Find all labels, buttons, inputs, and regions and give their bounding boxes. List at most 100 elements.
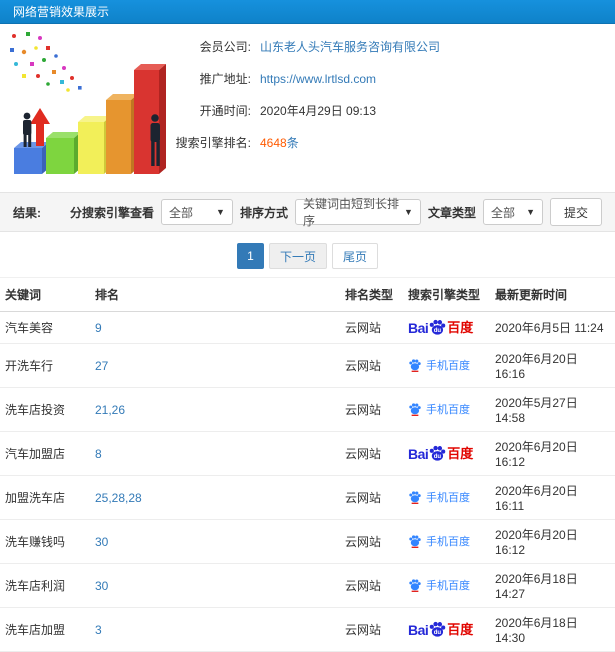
- sort-select[interactable]: 关键词由短到长排序 ▼: [294, 197, 421, 228]
- baidu-paw-icon: [409, 402, 421, 416]
- engine-cell: Bai du 百度: [403, 431, 490, 476]
- keyword-cell: 洗车店投资: [0, 387, 90, 432]
- updated-cell: 2020年6月18日 14:27: [490, 563, 615, 608]
- col-rank-type: 排名类型: [340, 277, 403, 312]
- col-engine-type: 搜索引擎类型: [403, 277, 490, 312]
- baidu-paw-icon: [409, 358, 421, 372]
- baidu-paw-icon: [409, 578, 421, 592]
- baidu-logo: Bai du 百度: [408, 319, 474, 336]
- article-type-select[interactable]: 全部 ▼: [482, 199, 543, 225]
- rank-cell[interactable]: 21,26: [90, 387, 340, 432]
- col-updated: 最新更新时间: [490, 277, 615, 312]
- mobile-baidu-logo: 手机百度: [408, 533, 470, 549]
- open-time-value: 2020年4月29日 09:13: [260, 104, 377, 118]
- engine-cell: 手机百度: [403, 475, 490, 520]
- keyword-cell: 开洗车行: [0, 343, 90, 388]
- result-label: 结果:: [13, 205, 41, 220]
- svg-text:du: du: [434, 629, 442, 636]
- engine-cell: 手机百度: [403, 387, 490, 432]
- updated-cell: 2020年6月20日 16:12: [490, 519, 615, 564]
- svg-text:du: du: [434, 453, 442, 460]
- table-row: 汽车加盟店 8 云网站 Bai du 百度 2020年6月20日 16:12: [0, 431, 615, 476]
- baidu-paw-icon: du: [430, 445, 446, 461]
- member-company-label: 会员公司:: [199, 40, 251, 54]
- next-page-button[interactable]: 下一页: [268, 243, 327, 269]
- engine-rank-label: 搜索引擎排名:: [175, 136, 251, 150]
- person-left: [23, 112, 32, 147]
- results-table: 关键词 排名 排名类型 搜索引擎类型 最新更新时间 汽车美容 9 云网站 Bai du…: [0, 277, 615, 652]
- bar-chart-graphic: [10, 32, 166, 174]
- table-row: 洗车赚钱吗 30 云网站 手机百度 2020年6月20日 16:12: [0, 519, 615, 564]
- rank-cell[interactable]: 9: [90, 311, 340, 344]
- rank-cell[interactable]: 8: [90, 431, 340, 476]
- submit-button[interactable]: 提交: [549, 198, 602, 226]
- table-row: 开洗车行 27 云网站 手机百度 2020年6月20日 16:16: [0, 343, 615, 388]
- table-row: 洗车店加盟 3 云网站 Bai du 百度 2020年6月18日 14:30: [0, 607, 615, 652]
- rank-type-cell: 云网站: [340, 343, 403, 388]
- mobile-baidu-logo: 手机百度: [408, 577, 470, 593]
- bar-chart-illustration: [0, 24, 175, 192]
- engine-filter-value: 全部: [168, 205, 193, 220]
- keyword-cell: 汽车美容: [0, 311, 90, 344]
- open-time-row: 开通时间: 2020年4月29日 09:13: [175, 102, 615, 119]
- results-table-body: 汽车美容 9 云网站 Bai du 百度 2020年6月5日 11:24 开洗车行 27 云网…: [0, 311, 615, 652]
- updated-cell: 2020年5月27日 14:58: [490, 387, 615, 432]
- rank-type-cell: 云网站: [340, 387, 403, 432]
- rank-type-cell: 云网站: [340, 431, 403, 476]
- table-row: 加盟洗车店 25,28,28 云网站 手机百度 2020年6月20日 16:11: [0, 475, 615, 520]
- baidu-paw-icon: du: [430, 621, 446, 637]
- engine-cell: 手机百度: [403, 519, 490, 564]
- mobile-baidu-logo: 手机百度: [408, 357, 470, 373]
- updated-cell: 2020年6月18日 14:30: [490, 607, 615, 652]
- baidu-logo: Bai du 百度: [408, 621, 474, 638]
- account-info: 会员公司: 山东老人头汽车服务咨询有限公司 推广地址: https://www.…: [175, 24, 615, 192]
- rank-unit[interactable]: 条: [287, 136, 299, 150]
- rank-type-cell: 云网站: [340, 475, 403, 520]
- baidu-paw-icon: du: [430, 319, 446, 335]
- engine-filter-label: 分搜索引擎查看: [69, 205, 154, 220]
- rank-cell[interactable]: 25,28,28: [90, 475, 340, 520]
- last-page-button[interactable]: 尾页: [332, 243, 379, 269]
- member-company-link[interactable]: 山东老人头汽车服务咨询有限公司: [260, 38, 440, 55]
- updated-cell: 2020年6月20日 16:16: [490, 343, 615, 388]
- rank-type-cell: 云网站: [340, 563, 403, 608]
- rank-cell[interactable]: 3: [90, 607, 340, 652]
- engine-filter-select[interactable]: 全部 ▼: [160, 199, 233, 225]
- baidu-paw-icon: [409, 490, 421, 504]
- article-type-label: 文章类型: [427, 205, 476, 220]
- updated-cell: 2020年6月20日 16:12: [490, 431, 615, 476]
- keyword-cell: 洗车赚钱吗: [0, 519, 90, 564]
- rank-type-cell: 云网站: [340, 519, 403, 564]
- mobile-baidu-logo: 手机百度: [408, 401, 470, 417]
- rank-cell[interactable]: 27: [90, 343, 340, 388]
- engine-rank-value: 4648条: [260, 134, 299, 151]
- mobile-baidu-logo: 手机百度: [408, 489, 470, 505]
- article-type-value: 全部: [490, 205, 515, 220]
- engine-cell: 手机百度: [403, 343, 490, 388]
- col-keyword: 关键词: [0, 277, 90, 312]
- keyword-cell: 加盟洗车店: [0, 475, 90, 520]
- keyword-cell: 洗车店利润: [0, 563, 90, 608]
- member-company-row: 会员公司: 山东老人头汽车服务咨询有限公司: [175, 38, 615, 55]
- promo-url-row: 推广地址: https://www.lrtlsd.com: [175, 70, 615, 87]
- rank-type-cell: 云网站: [340, 311, 403, 344]
- rank-count: 4648: [260, 136, 287, 150]
- rank-cell[interactable]: 30: [90, 519, 340, 564]
- page-button-current[interactable]: 1: [236, 243, 264, 269]
- filter-bar: 结果: 分搜索引擎查看 全部 ▼ 排序方式 关键词由短到长排序 ▼ 文章类型 全…: [0, 192, 615, 232]
- table-row: 汽车美容 9 云网站 Bai du 百度 2020年6月5日 11:24: [0, 311, 615, 344]
- title-bar: 网络营销效果展示: [0, 0, 615, 24]
- confetti-dots: [10, 32, 82, 92]
- keyword-cell: 汽车加盟店: [0, 431, 90, 476]
- engine-cell: Bai du 百度: [403, 607, 490, 652]
- col-rank: 排名: [90, 277, 340, 312]
- engine-rank-row: 搜索引擎排名: 4648条: [175, 134, 615, 151]
- updated-cell: 2020年6月20日 16:11: [490, 475, 615, 520]
- promo-url-link[interactable]: https://www.lrtlsd.com: [260, 72, 376, 86]
- baidu-paw-icon: [409, 534, 421, 548]
- chevron-down-icon: ▼: [404, 207, 413, 217]
- rank-cell[interactable]: 30: [90, 563, 340, 608]
- promo-url-label: 推广地址:: [199, 72, 251, 86]
- pagination: 1 下一页 尾页: [0, 243, 615, 269]
- table-row: 洗车店利润 30 云网站 手机百度 2020年6月18日 14:27: [0, 563, 615, 608]
